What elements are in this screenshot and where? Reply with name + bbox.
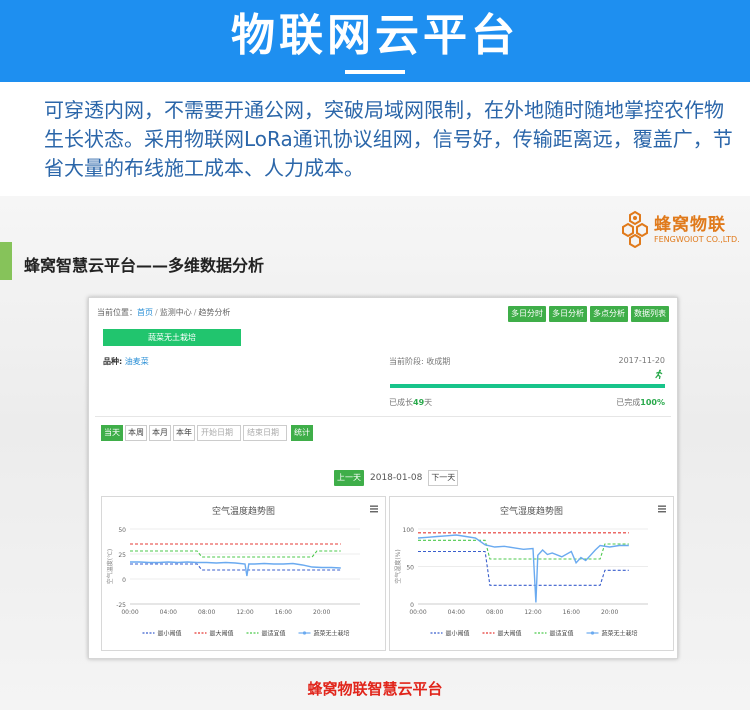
breadcrumb-prefix: 当前位置：: [97, 308, 137, 317]
x-tick-label: 00:00: [409, 609, 426, 616]
today-button[interactable]: 当天: [101, 425, 123, 441]
legend-marker: [302, 631, 307, 635]
x-tick-label: 08:00: [486, 609, 503, 616]
air-temperature-chart: 空气温度趋势图 50 25 0 -25 00:00 04:00 08:00 12:00 16:0…: [101, 496, 386, 651]
legend-label: 最小阈值: [158, 630, 182, 638]
legend-label: 蔬菜无土栽培: [602, 630, 638, 638]
variety-value: 油麦菜: [124, 357, 149, 366]
x-tick-label: 20:00: [313, 609, 330, 616]
growth-progress-bar: [390, 384, 665, 388]
planting-date: 2017-11-20: [618, 356, 666, 365]
legend-marker: [590, 631, 595, 635]
title-underline: [345, 70, 405, 74]
x-tick-label: 00:00: [121, 609, 138, 616]
legend-label: 最大阈值: [210, 630, 234, 638]
grown-days-value: 49: [413, 398, 425, 407]
logo-name-cn: 蜂窝物联: [654, 215, 726, 235]
completion-percent: 已完成100%: [616, 397, 665, 408]
grown-prefix: 已成长: [389, 398, 413, 407]
section-title: 蜂窝智慧云平台——多维数据分析: [24, 256, 265, 275]
stage-label: 当前阶段:: [389, 357, 424, 366]
x-tick-label: 04:00: [160, 609, 177, 616]
bottom-caption: 蜂窝物联智慧云平台: [307, 680, 443, 698]
breadcrumb-monitor[interactable]: 监测中心: [160, 308, 192, 317]
y-tick-label: 25: [118, 552, 126, 559]
breadcrumb-sep: /: [155, 308, 158, 317]
multi-day-timeshare-button[interactable]: 多日分时: [508, 306, 546, 322]
y-tick-label: 100: [403, 527, 415, 534]
trend-analysis-panel: 当前位置：首页 / 监测中心 / 趋势分析 多日分时 多日分析 多点分析 数据列表 蔬菜…: [88, 297, 678, 659]
x-tick-label: 16:00: [563, 609, 580, 616]
y-tick-label: 50: [406, 565, 414, 572]
air-humidity-chart: 空气湿度趋势图 100 50 0 00:00 04:00 08:00 12:00 16:00 2…: [389, 496, 674, 651]
done-prefix: 已完成: [616, 398, 641, 407]
legend-label: 最适宜值: [262, 630, 286, 638]
x-tick-label: 16:00: [275, 609, 292, 616]
legend-label: 最小阈值: [446, 630, 470, 638]
day-navigation: 上一天 2018-01-08 下一天: [334, 470, 459, 486]
multi-day-analysis-button[interactable]: 多日分析: [549, 306, 587, 322]
breadcrumb-sep: /: [193, 308, 197, 317]
stage-info: 当前阶段: 收成期: [389, 356, 450, 367]
x-tick-label: 12:00: [524, 609, 541, 616]
legend-label: 最适宜值: [550, 630, 574, 638]
grown-days: 已成长49天: [389, 397, 432, 408]
x-tick-label: 20:00: [601, 609, 618, 616]
y-axis-label: 空气温度(℃): [106, 549, 114, 584]
legend-label: 蔬菜无土栽培: [314, 630, 350, 638]
grown-suffix: 天: [424, 398, 433, 407]
end-date-input[interactable]: 结束日期: [243, 425, 287, 441]
chart-plot: 50 25 0 -2500:00 04:00 08:00 12:00 16:00 20:00 空气…: [106, 527, 360, 638]
statistics-button[interactable]: 统计: [291, 425, 313, 441]
this-month-button[interactable]: 本月: [149, 425, 171, 441]
this-week-button[interactable]: 本周: [125, 425, 147, 441]
start-date-input[interactable]: 开始日期: [197, 425, 241, 441]
x-tick-label: 04:00: [448, 609, 465, 616]
period-filter: 当天 本周 本月 本年 开始日期 结束日期 统计: [101, 425, 313, 441]
chart-plot: 100 50 000:00 04:00 08:00 12:00 16:00 20:00 空气湿度…: [394, 527, 648, 638]
breadcrumb-home[interactable]: 首页: [137, 308, 153, 317]
current-date: 2018-01-08: [370, 473, 423, 483]
data-list-button[interactable]: 数据列表: [631, 306, 669, 322]
series-line: [417, 534, 629, 603]
company-logo: 蜂窝物联 FENGWOIOT CO.,LTD.: [620, 208, 740, 254]
intro-paragraph: 可穿透内网，不需要开通公网，突破局域网限制，在外地随时随地掌控农作物生长状态。采…: [44, 98, 733, 180]
next-day-button[interactable]: 下一天: [428, 470, 459, 486]
y-tick-label: -25: [116, 602, 126, 609]
breadcrumb: 当前位置：首页 / 监测中心 / 趋势分析: [97, 307, 230, 318]
multi-point-analysis-button[interactable]: 多点分析: [590, 306, 628, 322]
x-tick-label: 08:00: [198, 609, 215, 616]
logo-name-en: FENGWOIOT CO.,LTD.: [654, 235, 740, 244]
honeycomb-icon: [622, 210, 648, 249]
view-mode-buttons: 多日分时 多日分析 多点分析 数据列表: [508, 306, 669, 322]
previous-day-button[interactable]: 上一天: [334, 470, 364, 486]
series-line: [418, 550, 629, 586]
variety-info: 品种: 油麦菜: [103, 356, 149, 367]
header-banner: 物联网云平台: [0, 0, 750, 82]
y-tick-label: 0: [122, 577, 126, 584]
done-percent-value: 100%: [640, 398, 665, 407]
y-axis-label: 空气湿度(%): [394, 549, 402, 583]
runner-icon: [655, 369, 663, 379]
y-tick-label: 50: [118, 527, 126, 534]
this-year-button[interactable]: 本年: [173, 425, 195, 441]
breadcrumb-current: 趋势分析: [198, 308, 231, 317]
stage-value: 收成期: [426, 357, 451, 366]
legend-label: 最大阈值: [498, 630, 522, 638]
y-tick-label: 0: [410, 602, 414, 609]
section-accent-bar: [0, 242, 12, 280]
x-tick-label: 12:00: [236, 609, 253, 616]
variety-label: 品种:: [103, 357, 123, 366]
crop-name-bar[interactable]: 蔬菜无土栽培: [103, 329, 241, 346]
banner-title: 物联网云平台: [231, 10, 519, 61]
divider: [95, 416, 671, 417]
